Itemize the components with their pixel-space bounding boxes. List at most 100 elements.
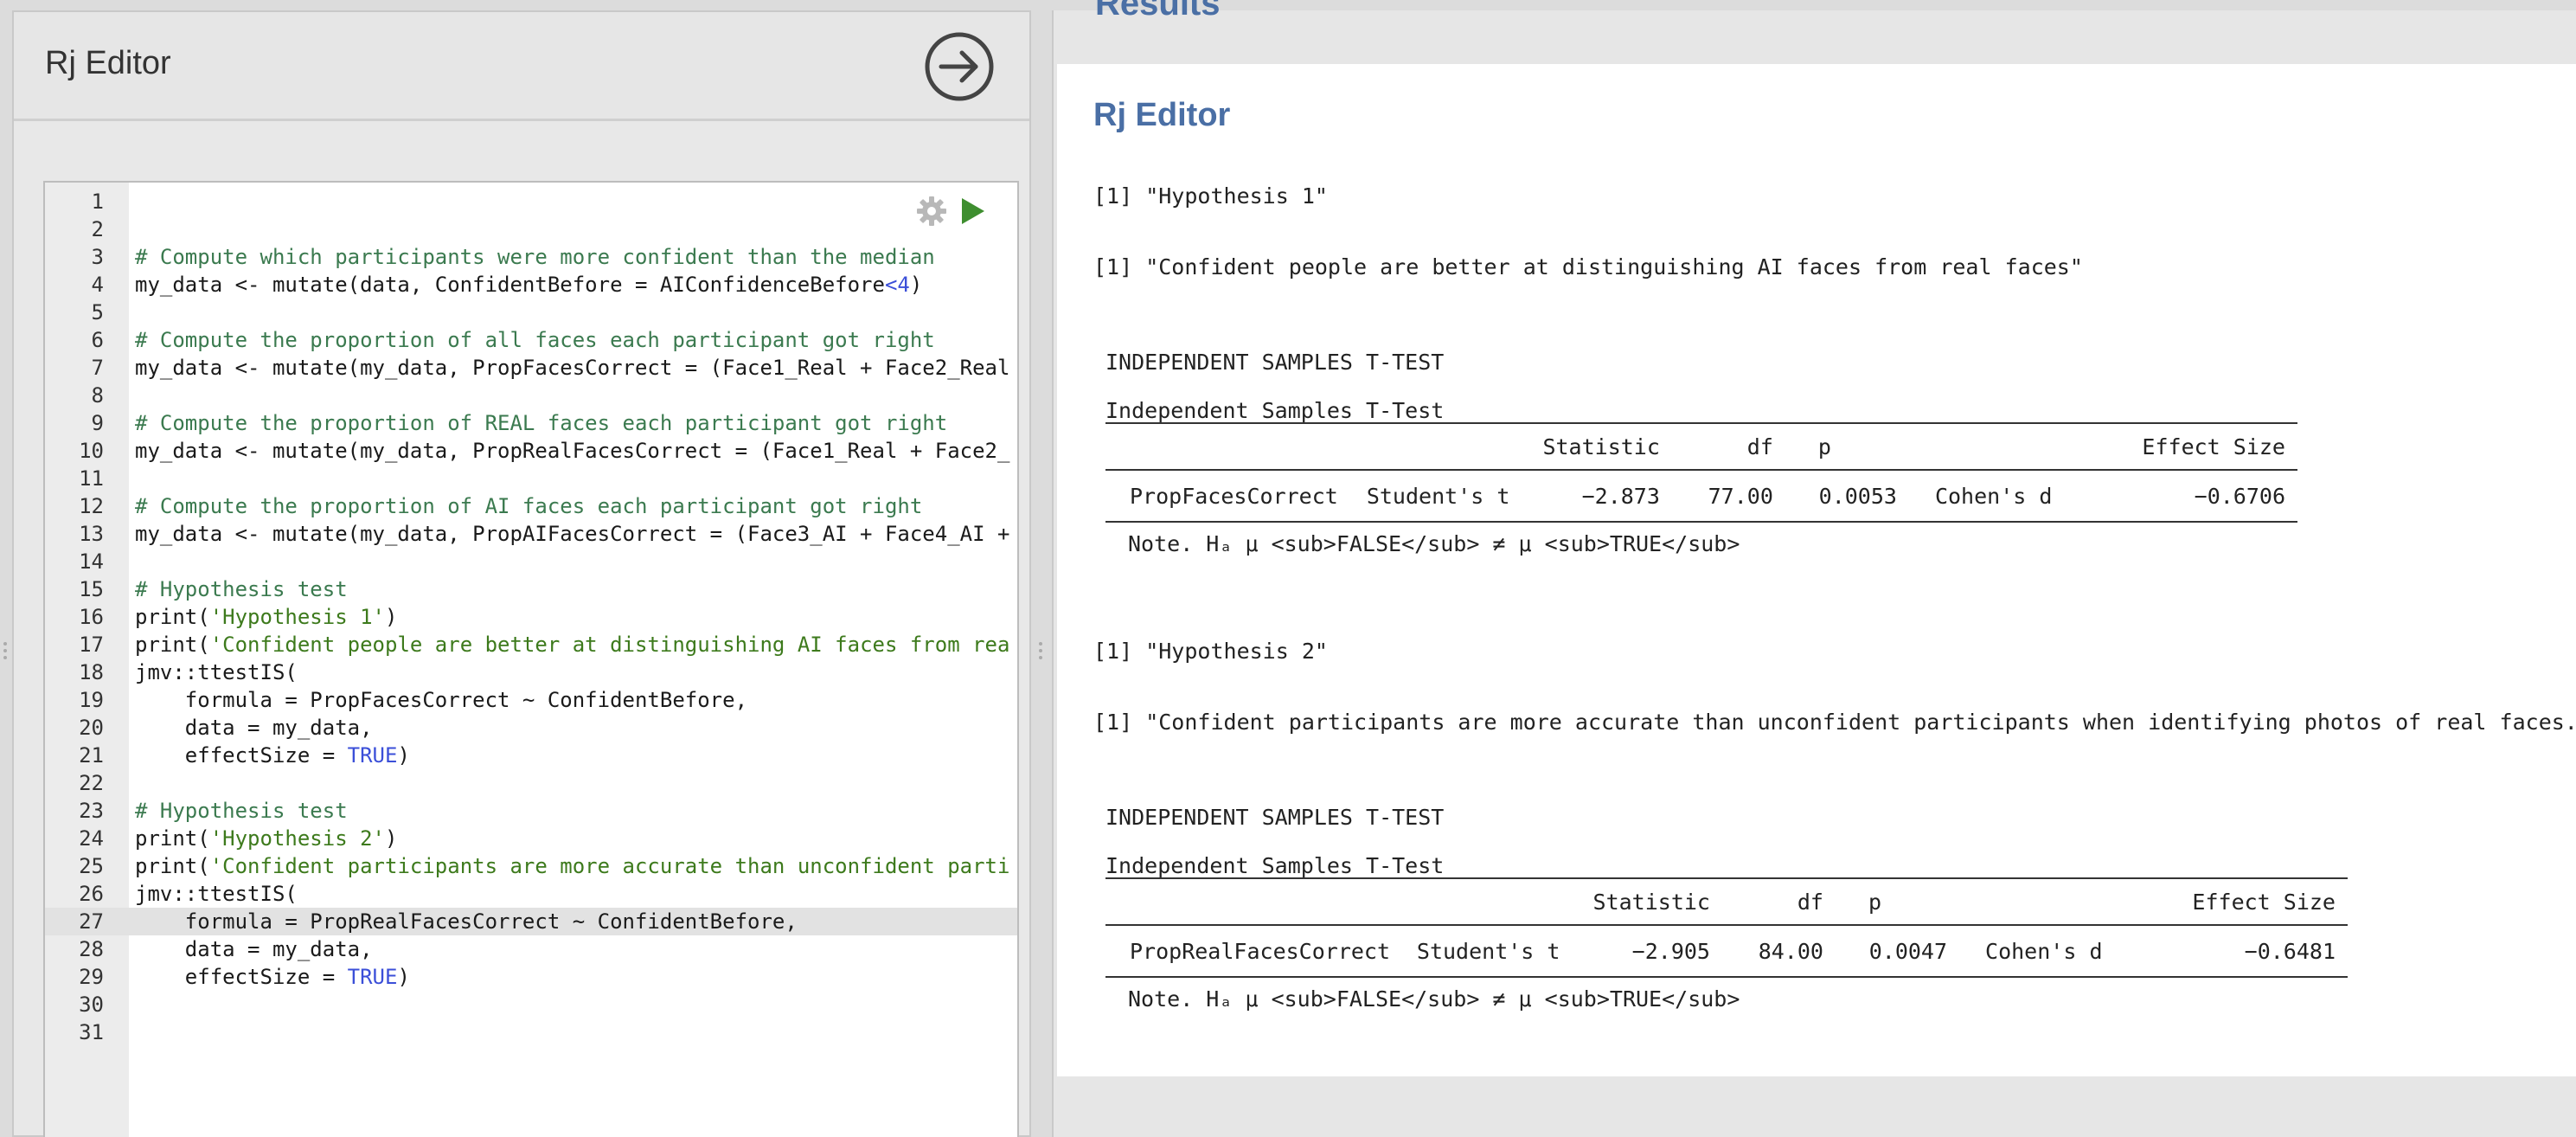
code-line[interactable]: 11 (45, 465, 1017, 492)
code-text[interactable]: # Hypothesis test (135, 797, 348, 825)
code-token: print( (135, 605, 210, 629)
effect-size-name: Cohen's d (1908, 470, 2072, 523)
code-token: ) (385, 826, 398, 851)
line-number: 4 (91, 273, 104, 297)
code-text[interactable]: my_data <- mutate(my_data, PropAIFacesCo… (135, 520, 1009, 548)
code-line[interactable]: 16 print('Hypothesis 1') (45, 603, 1017, 631)
col-effect-size: Effect Size (2121, 877, 2348, 926)
code-token: formula = PropRealFacesCorrect ~ Confide… (135, 909, 798, 934)
gear-icon[interactable] (915, 195, 948, 228)
code-text[interactable]: formula = PropRealFacesCorrect ~ Confide… (135, 908, 798, 935)
code-text[interactable]: # Compute the proportion of REAL faces e… (135, 409, 947, 437)
code-token: my_data <- mutate(my_data, PropFacesCorr… (135, 356, 1010, 380)
code-line[interactable]: 22 (45, 769, 1017, 797)
code-token: # Compute the proportion of AI faces eac… (135, 494, 923, 518)
ttest-2-heading: INDEPENDENT SAMPLES T-TEST (1105, 805, 1445, 830)
code-line[interactable]: 3 # Compute which participants were more … (45, 243, 1017, 271)
code-line[interactable]: 8 (45, 382, 1017, 409)
code-line[interactable]: 9 # Compute the proportion of REAL faces … (45, 409, 1017, 437)
code-line[interactable]: 10 my_data <- mutate(my_data, PropRealFac… (45, 437, 1017, 465)
code-line[interactable]: 24 print('Hypothesis 2') (45, 825, 1017, 852)
code-text[interactable]: data = my_data, (135, 714, 373, 742)
code-line[interactable]: 25 print('Confident participants are more… (45, 852, 1017, 880)
code-text[interactable]: my_data <- mutate(my_data, PropFacesCorr… (135, 354, 1009, 382)
code-token: # Compute the proportion of all faces ea… (135, 328, 935, 352)
code-text[interactable]: # Compute the proportion of AI faces eac… (135, 492, 922, 520)
ttest-2-caption: Independent Samples T-Test (1105, 853, 1445, 878)
line-number: 11 (79, 466, 104, 491)
ttest-2-table: Statistic df p Effect Size PropRealFaces… (1105, 877, 2348, 978)
code-token: effectSize = (135, 965, 348, 989)
code-line[interactable]: 5 (45, 299, 1017, 326)
code-line[interactable]: 20 data = my_data, (45, 714, 1017, 742)
statistic-value: −2.905 (1580, 925, 1722, 978)
code-line[interactable]: 30 (45, 991, 1017, 1018)
code-line[interactable]: 31 (45, 1018, 1017, 1046)
code-text[interactable]: print('Confident people are better at di… (135, 631, 1009, 658)
code-token: my_data <- mutate(my_data, PropRealFaces… (135, 439, 1010, 463)
code-text[interactable]: my_data <- mutate(data, ConfidentBefore … (135, 271, 922, 299)
code-line[interactable]: 4 my_data <- mutate(data, ConfidentBefore… (45, 271, 1017, 299)
code-line[interactable]: 21 effectSize = TRUE) (45, 742, 1017, 769)
effect-size-value: −0.6481 (2121, 925, 2348, 978)
code-text[interactable]: print('Hypothesis 2') (135, 825, 397, 852)
panel-splitter[interactable] (1035, 0, 1047, 1137)
col-effect-size: Effect Size (2071, 422, 2297, 471)
code-line[interactable]: 7 my_data <- mutate(my_data, PropFacesCor… (45, 354, 1017, 382)
app-window: Rj Editor 1 2 3 # Compute which participant… (0, 0, 2576, 1137)
code-line[interactable]: 26 jmv::ttestIS( (45, 880, 1017, 908)
code-text[interactable]: effectSize = TRUE) (135, 963, 410, 991)
results-panel: Results Rj Editor [1] "Hypothesis 1" [1]… (1052, 0, 2576, 1137)
code-text[interactable]: # Compute which participants were more c… (135, 243, 935, 271)
code-line[interactable]: 17 print('Confident people are better at … (45, 631, 1017, 658)
code-token: # Compute which participants were more c… (135, 245, 935, 269)
code-line[interactable]: 27 formula = PropRealFacesCorrect ~ Conf… (45, 908, 1017, 935)
line-number: 18 (79, 660, 104, 684)
code-text[interactable]: data = my_data, (135, 935, 373, 963)
code-text[interactable]: jmv::ttestIS( (135, 658, 298, 686)
p-value: 0.0053 (1785, 470, 1909, 523)
line-number: 25 (79, 854, 104, 878)
effect-size-name: Cohen's d (1959, 925, 2122, 978)
code-token: ) (397, 965, 410, 989)
code-line[interactable]: 18 jmv::ttestIS( (45, 658, 1017, 686)
line-number: 26 (79, 882, 104, 906)
code-token: my_data <- mutate(data, ConfidentBefore … (135, 273, 885, 297)
code-text[interactable]: formula = PropFacesCorrect ~ ConfidentBe… (135, 686, 747, 714)
table-header-row: Statistic df p Effect Size (1105, 422, 2297, 471)
code-token: 'Confident participants are more accurat… (209, 854, 1010, 878)
code-text[interactable]: print('Confident participants are more a… (135, 852, 1009, 880)
code-text[interactable]: effectSize = TRUE) (135, 742, 410, 769)
p-value: 0.0047 (1835, 925, 1960, 978)
code-line[interactable]: 14 (45, 548, 1017, 575)
code-line[interactable]: 2 (45, 215, 1017, 243)
code-line[interactable]: 13 my_data <- mutate(my_data, PropAIFaces… (45, 520, 1017, 548)
line-number: 30 (79, 992, 104, 1017)
code-line[interactable]: 15 # Hypothesis test (45, 575, 1017, 603)
df-value: 77.00 (1671, 470, 1785, 523)
arrow-right-circle-icon[interactable] (924, 31, 995, 102)
code-line[interactable]: 1 (45, 188, 1017, 215)
test-type: Student's t (1404, 925, 1581, 978)
line-number: 2 (91, 217, 104, 241)
code-line[interactable]: 28 data = my_data, (45, 935, 1017, 963)
code-editor[interactable]: 1 2 3 # Compute which participants were mor… (43, 181, 1019, 1137)
code-token: jmv::ttestIS( (135, 660, 298, 684)
code-line[interactable]: 12 # Compute the proportion of AI faces e… (45, 492, 1017, 520)
play-icon[interactable] (958, 195, 988, 228)
code-text[interactable]: print('Hypothesis 1') (135, 603, 397, 631)
code-text[interactable]: my_data <- mutate(my_data, PropRealFaces… (135, 437, 1009, 465)
left-edge-splitter[interactable] (0, 0, 12, 1137)
line-number: 28 (79, 937, 104, 961)
code-text[interactable]: # Compute the proportion of all faces ea… (135, 326, 935, 354)
code-text[interactable]: jmv::ttestIS( (135, 880, 298, 908)
code-text[interactable]: # Hypothesis test (135, 575, 348, 603)
code-line[interactable]: 6 # Compute the proportion of all faces e… (45, 326, 1017, 354)
results-title: Rj Editor (1093, 97, 1231, 133)
code-line[interactable]: 19 formula = PropFacesCorrect ~ Confiden… (45, 686, 1017, 714)
code-line[interactable]: 23 # Hypothesis test (45, 797, 1017, 825)
line-number: 8 (91, 383, 104, 408)
code-line[interactable]: 29 effectSize = TRUE) (45, 963, 1017, 991)
line-number: 27 (79, 909, 104, 934)
ttest-1-table: Statistic df p Effect Size PropFacesCorr… (1105, 422, 2297, 523)
